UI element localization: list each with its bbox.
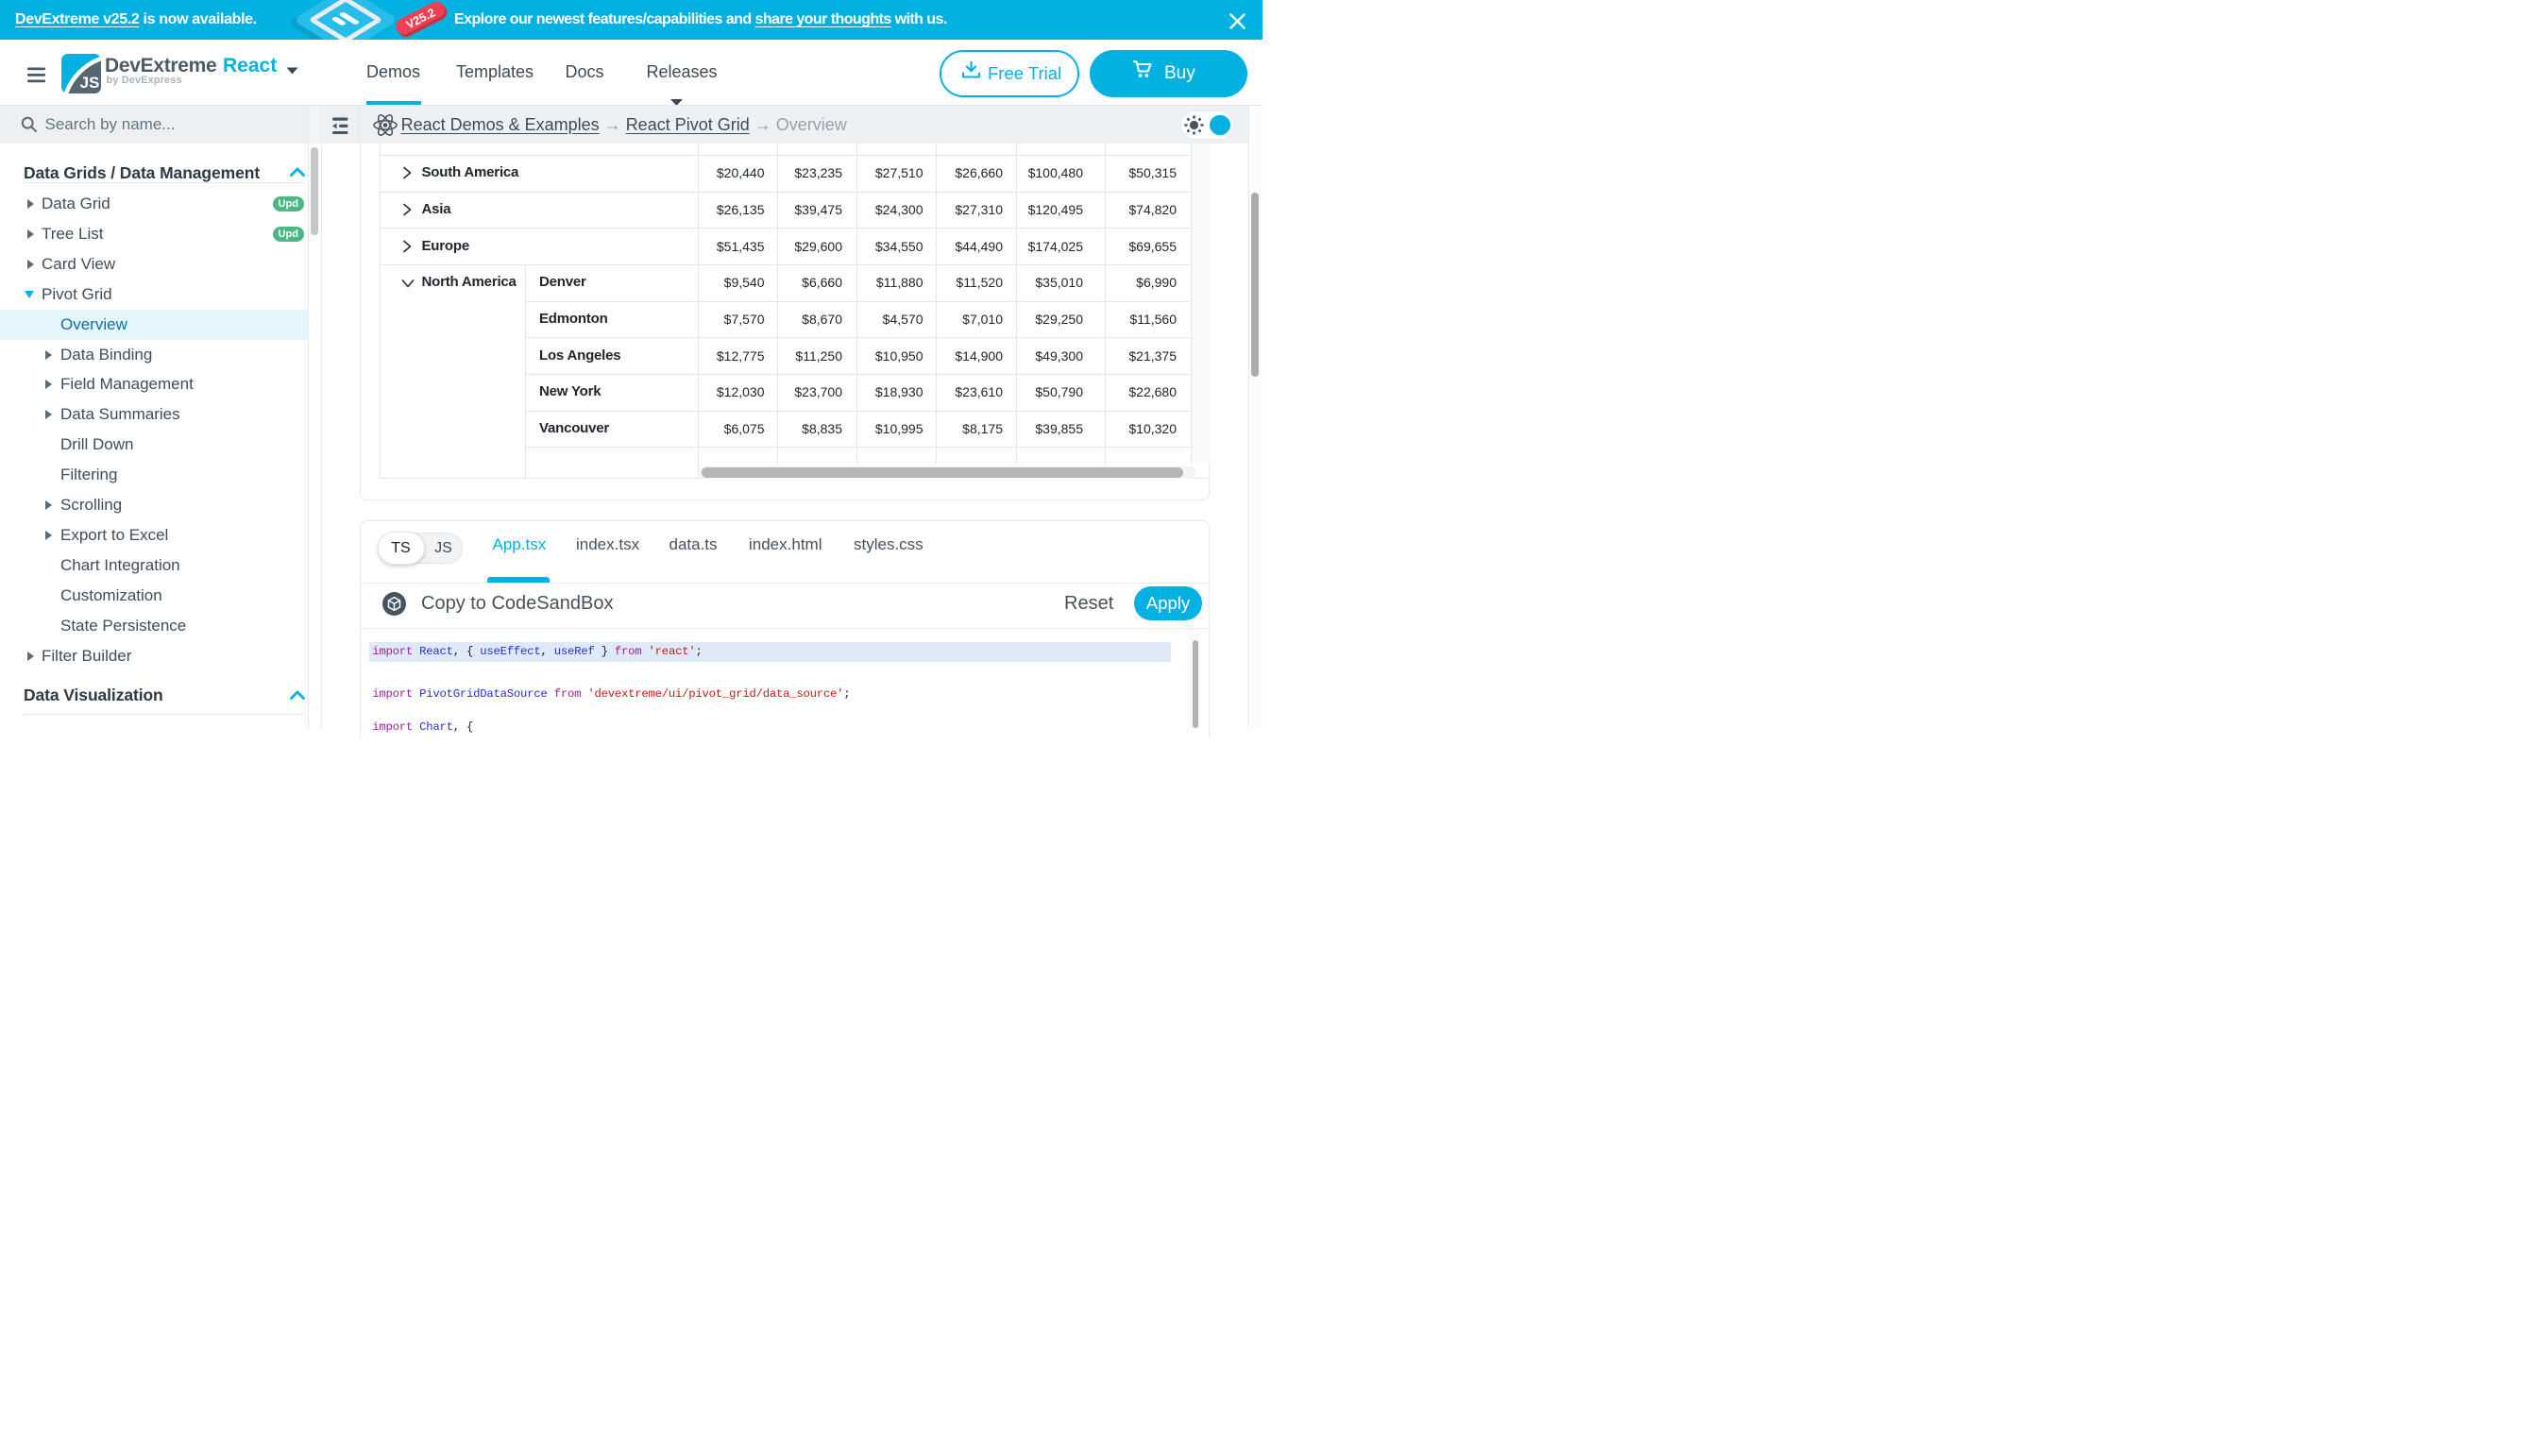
svg-text:JS: JS xyxy=(80,74,100,92)
